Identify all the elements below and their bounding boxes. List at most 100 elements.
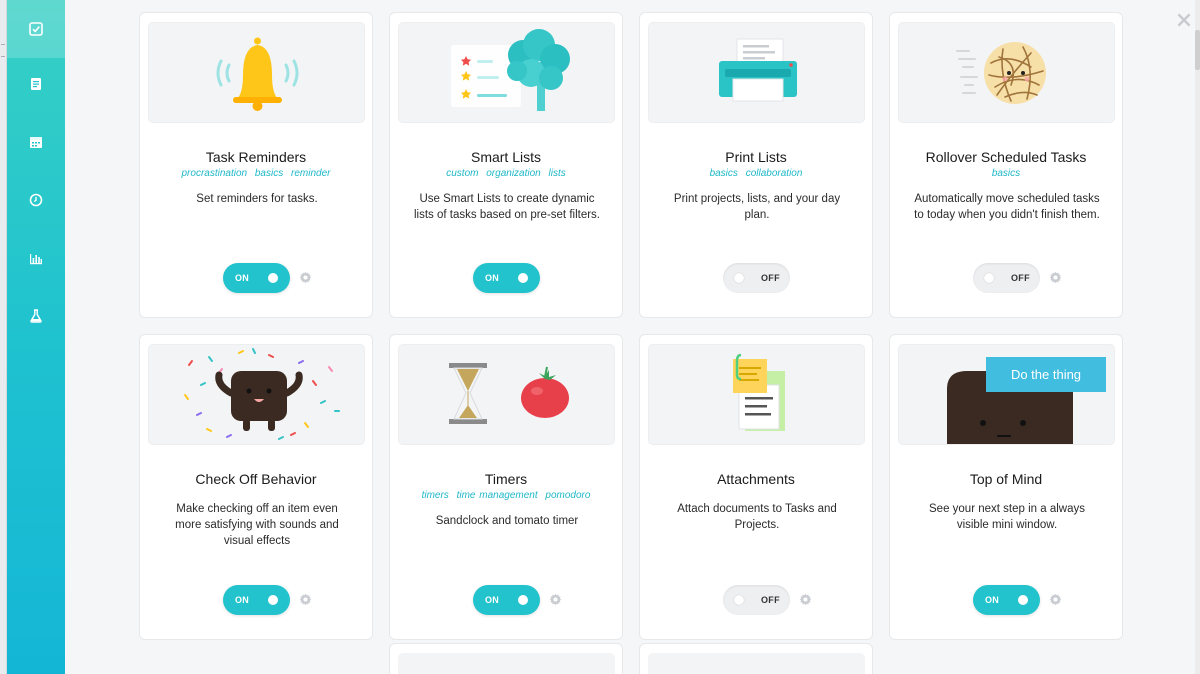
- illustration: [648, 344, 865, 445]
- extension-card: Do the thing Top of Mind See your next s…: [889, 334, 1123, 640]
- card-title: Smart Lists: [470, 149, 541, 165]
- toggle-label: ON: [235, 273, 250, 283]
- card-title: Check Off Behavior: [195, 471, 317, 487]
- checkbox-icon: [29, 22, 43, 36]
- toggle-knob: [518, 595, 528, 605]
- feature-toggle[interactable]: OFF: [973, 263, 1040, 293]
- toggle-label: OFF: [761, 595, 780, 605]
- card-title: Attachments: [717, 471, 795, 487]
- confetti-character-illustration: [184, 348, 340, 440]
- nav-calendar[interactable]: [7, 113, 65, 171]
- toggle-knob: [984, 273, 994, 283]
- card-tags: timers time management pomodoro: [390, 490, 622, 501]
- bar-chart-icon: [30, 254, 42, 265]
- nav-stats[interactable]: [7, 229, 65, 287]
- feature-toggle[interactable]: OFF: [723, 263, 790, 293]
- toggle-label: OFF: [761, 273, 780, 283]
- feature-toggle[interactable]: ON: [473, 263, 540, 293]
- toggle-knob: [518, 273, 528, 283]
- scrollbar[interactable]: [1195, 0, 1200, 674]
- tag[interactable]: lists: [549, 168, 566, 179]
- illustration-banner-text: Do the thing: [1010, 367, 1082, 382]
- toggle-knob: [268, 595, 278, 605]
- documents-illustration: [733, 353, 785, 431]
- tag[interactable]: basics: [992, 168, 1020, 179]
- toggle-label: ON: [985, 595, 1000, 605]
- flask-icon: [30, 309, 42, 323]
- gear-icon[interactable]: [299, 271, 312, 284]
- card-title: Top of Mind: [969, 471, 1043, 487]
- illustration: [148, 344, 365, 445]
- gear-icon[interactable]: [549, 593, 562, 606]
- extension-card: Rollover Scheduled Tasks basics Automati…: [889, 12, 1123, 318]
- nav-tasks[interactable]: [7, 0, 65, 58]
- tag[interactable]: time management: [457, 490, 538, 501]
- card-tags: procrastination basics reminder: [140, 168, 372, 179]
- nav-clock[interactable]: [7, 171, 65, 229]
- card-description: Use Smart Lists to create dynamic lists …: [414, 193, 600, 221]
- extension-card: Check Off Behavior Make checking off an …: [139, 334, 373, 640]
- illustration: [398, 344, 615, 445]
- tag[interactable]: collaboration: [746, 168, 803, 179]
- scrollbar-thumb[interactable]: [1195, 30, 1200, 70]
- toggle-knob: [1018, 595, 1028, 605]
- tag[interactable]: procrastination: [182, 168, 248, 179]
- tag[interactable]: timers: [422, 490, 449, 501]
- illustration: [398, 653, 615, 674]
- feature-toggle[interactable]: OFF: [723, 585, 790, 615]
- toggle-label: ON: [485, 595, 500, 605]
- toggle-knob: [268, 273, 278, 283]
- nav-notes[interactable]: [7, 55, 65, 113]
- toggle-label: OFF: [1011, 273, 1030, 283]
- illustration: [648, 22, 865, 123]
- feature-toggle[interactable]: ON: [473, 585, 540, 615]
- clock-icon: [29, 193, 43, 207]
- toggle-label: ON: [235, 595, 250, 605]
- card-tags: custom organization lists: [390, 168, 622, 179]
- printer-illustration: [719, 38, 797, 102]
- hourglass-tomato-illustration: [449, 363, 569, 424]
- sidebar: [7, 0, 65, 674]
- gear-icon[interactable]: [1049, 593, 1062, 606]
- close-icon[interactable]: [1176, 12, 1192, 28]
- feature-toggle[interactable]: ON: [223, 585, 290, 615]
- card-tags: basics: [890, 168, 1122, 179]
- extension-card: Attachments Attach documents to Tasks an…: [639, 334, 873, 640]
- feature-toggle[interactable]: ON: [973, 585, 1040, 615]
- illustration: [648, 653, 865, 674]
- toggle-label: ON: [485, 273, 500, 283]
- extension-card: Print Lists basics collaboration Print p…: [639, 12, 873, 318]
- card-description: Attach documents to Tasks and Projects.: [677, 503, 837, 531]
- gear-icon[interactable]: [299, 593, 312, 606]
- card-description: Sandclock and tomato timer: [435, 515, 579, 527]
- calendar-icon: [30, 137, 42, 148]
- nav-labs[interactable]: [7, 287, 65, 345]
- card-description: Automatically move scheduled tasks to to…: [914, 193, 1100, 221]
- card-title: Timers: [484, 471, 528, 487]
- card-description: Set reminders for tasks.: [196, 193, 318, 205]
- illustration: [898, 22, 1115, 123]
- window-edge: [0, 0, 7, 674]
- bell-illustration: [216, 37, 299, 111]
- brain-tree-illustration: [451, 29, 570, 111]
- illustration: Do the thing: [898, 344, 1115, 445]
- tag[interactable]: basics: [710, 168, 738, 179]
- card-title: Print Lists: [725, 149, 787, 165]
- illustration: [148, 22, 365, 123]
- tumbleweed-illustration: [956, 42, 1046, 104]
- tag[interactable]: reminder: [291, 168, 330, 179]
- extension-card-partial: [639, 643, 873, 674]
- card-title: Rollover Scheduled Tasks: [925, 149, 1087, 165]
- tag[interactable]: basics: [255, 168, 283, 179]
- extension-card-partial: [389, 643, 623, 674]
- gear-icon[interactable]: [1049, 271, 1062, 284]
- card-description: See your next step in a always visible m…: [929, 503, 1085, 531]
- extension-card: Smart Lists custom organization lists Us…: [389, 12, 623, 318]
- tag[interactable]: organization: [486, 168, 540, 179]
- gear-icon[interactable]: [799, 593, 812, 606]
- tag[interactable]: pomodoro: [545, 490, 590, 501]
- illustration: [398, 22, 615, 123]
- card-tags: basics collaboration: [640, 168, 872, 179]
- feature-toggle[interactable]: ON: [223, 263, 290, 293]
- tag[interactable]: custom: [446, 168, 478, 179]
